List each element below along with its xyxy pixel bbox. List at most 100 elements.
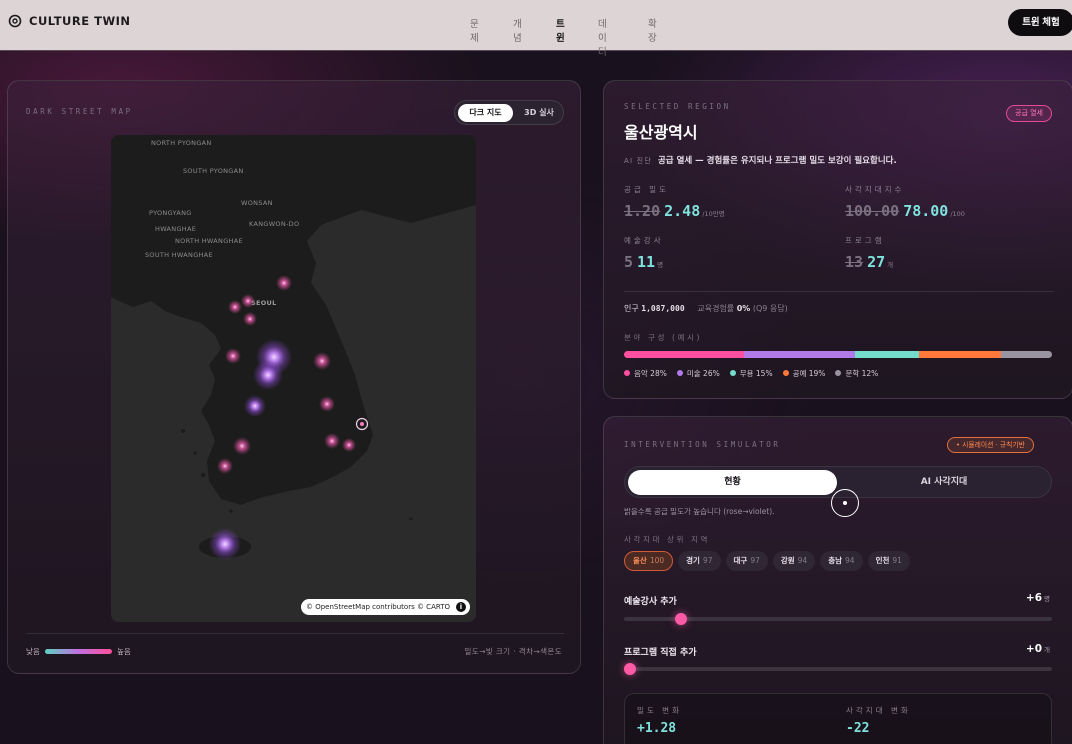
instructor-slider[interactable] [624, 613, 1052, 625]
nav-data[interactable]: 데이터 [598, 16, 607, 58]
field-mix-legend: 음악 28% 미술 26% 무용 15% 공예 19% 문학 12% [624, 368, 878, 379]
map-attribution[interactable]: © OpenStreetMap contributors © CARTO i [300, 599, 470, 615]
map-label: NORTH HWANGHAE [175, 237, 243, 245]
ai-diagnosis: AI 진단 공급 열세 — 경험률은 유지되나 프로그램 밀도 보강이 필요합니다… [624, 154, 897, 166]
satellite-3d-option[interactable]: 3D 실사 [517, 104, 561, 122]
logo-icon [8, 14, 22, 28]
info-icon[interactable]: i [456, 602, 466, 612]
stat-unit: 개 [887, 261, 894, 269]
region-marker[interactable] [276, 275, 292, 291]
dot-icon [729, 370, 736, 376]
stat-label: 예술강사 [624, 236, 664, 245]
stat-blindspot-index: 사각지대지수 100.00 78.00/100 [845, 184, 965, 220]
region-marker[interactable] [233, 437, 251, 455]
map-label: PYONGYANG [149, 209, 192, 217]
mix-segment [1000, 351, 1052, 358]
legend-high-label: 높음 [117, 647, 131, 656]
program-slider-value: +0 개 [1025, 643, 1050, 655]
field-mix-bar [624, 351, 1052, 358]
nav-concept[interactable]: 개념 [513, 16, 522, 44]
stat-programs: 프로그램 13 27 개 [845, 235, 893, 271]
nav-twin[interactable]: 트윈 [556, 16, 565, 44]
region-chip[interactable]: 경기 97 [678, 551, 721, 571]
simulation-result: 밀도 변화 +1.28 사각지대 변화 -22 [624, 693, 1052, 744]
korea-map[interactable]: NORTH PYONGAN SOUTH PYONGAN PYONGYANG WO… [111, 135, 476, 622]
result-value: -22 [846, 721, 870, 736]
status-badge: 공급 열세 [1006, 105, 1052, 122]
tab-current[interactable]: 현황 [628, 470, 837, 495]
slider-thumb[interactable] [624, 663, 636, 675]
legend-note: 밀도→빛 크기 · 격차→색온도 [464, 647, 562, 656]
mix-legend-item: 음악 28% [624, 368, 667, 379]
instructor-slider-value: +6 명 [1025, 592, 1050, 604]
region-marker[interactable] [228, 300, 242, 314]
mix-segment [919, 351, 1001, 358]
mix-legend-item: 무용 15% [729, 368, 773, 379]
stat-old-value: 1.20 [624, 202, 661, 220]
region-chip[interactable]: 충남 94 [820, 551, 863, 571]
region-marker[interactable] [241, 294, 255, 308]
mix-segment [855, 351, 920, 358]
region-chip[interactable]: 강원 94 [772, 551, 816, 571]
stat-art-instructors: 예술강사 5 11 명 [624, 235, 664, 271]
mix-legend-item: 공예 19% [782, 368, 825, 379]
map-label: NORTH PYONGAN [151, 139, 212, 147]
region-marker[interactable] [225, 348, 241, 364]
ai-text: 공급 열세 — 경험률은 유지되나 프로그램 밀도 보강이 필요합니다. [657, 156, 897, 166]
map-panel-title: DARK STREET MAP [26, 107, 133, 116]
map-label: SOUTH PYONGAN [183, 167, 244, 175]
experience-note: (Q9 응답) [752, 304, 788, 313]
nav-expand[interactable]: 확장 [648, 16, 657, 44]
region-name: 울산광역시 [624, 123, 698, 142]
region-marker[interactable] [253, 360, 283, 390]
divider [624, 291, 1054, 292]
result-value: +1.28 [637, 721, 677, 736]
intervention-simulator-panel: INTERVENTION SIMULATOR • 시뮬레이션 · 규칙기반 현황… [603, 416, 1072, 744]
stat-label: 공급 밀도 [624, 185, 669, 194]
try-twin-button[interactable]: 트윈 체험 [1008, 9, 1072, 36]
stat-new-value: 78.00 [903, 202, 949, 220]
nav-problem[interactable]: 문제 [470, 16, 479, 44]
brand[interactable]: CULTURE TWIN [8, 14, 131, 28]
region-marker[interactable] [313, 352, 331, 370]
map-label: WONSAN [241, 199, 273, 207]
cursor-indicator [831, 489, 859, 517]
region-marker[interactable] [244, 395, 266, 417]
map-label: HWANGHAE [155, 225, 196, 233]
dot-icon [835, 370, 842, 376]
stat-unit: /100 [950, 210, 965, 218]
legend-low-label: 낮음 [26, 647, 40, 656]
brand-name: CULTURE TWIN [29, 14, 131, 28]
dark-map-option[interactable]: 다크 지도 [458, 104, 513, 122]
map-style-toggle: 다크 지도 3D 실사 [454, 100, 564, 125]
mix-caption: 분야 구성 (예시) [624, 333, 703, 342]
region-marker[interactable] [217, 458, 233, 474]
region-marker[interactable] [324, 433, 340, 449]
region-chip[interactable]: 울산 100 [624, 551, 674, 571]
tab-ai-blindspot[interactable]: AI 사각지대 [839, 470, 1049, 495]
dot-icon [676, 370, 683, 376]
program-slider[interactable] [624, 663, 1052, 675]
top-blindspot-caption: 사각지대 상위 지역 [624, 535, 710, 544]
region-chips: 울산 100 경기 97 대구 97 강원 94 충남 94 인천 91 [624, 551, 910, 571]
map-label: KANGWON-DO [249, 220, 299, 228]
region-marker[interactable] [243, 312, 257, 326]
divider [26, 633, 564, 634]
region-marker[interactable] [209, 528, 241, 560]
stat-unit: 명 [657, 261, 664, 269]
instructor-slider-label: 예술강사 추가 [624, 597, 677, 607]
region-marker[interactable] [342, 438, 356, 452]
legend-gradient [45, 649, 112, 654]
map-canvas: NORTH PYONGAN SOUTH PYONGAN PYONGYANG WO… [111, 135, 476, 622]
stat-supply-density: 공급 밀도 1.20 2.48/10만명 [624, 184, 725, 220]
slider-thumb[interactable] [675, 613, 688, 625]
experience-value: 0% [736, 304, 751, 313]
mix-legend-item: 미술 26% [676, 368, 720, 379]
population-line: 인구 1,087,000 교육경험률 0% (Q9 응답) [624, 303, 788, 314]
experience-label: 교육경험률 [697, 304, 735, 313]
region-marker[interactable] [319, 396, 335, 412]
region-chip[interactable]: 인천 91 [867, 551, 910, 571]
simulator-caption: INTERVENTION SIMULATOR [624, 440, 781, 449]
region-chip[interactable]: 대구 97 [725, 551, 768, 571]
map-panel: DARK STREET MAP 다크 지도 3D 실사 NORTH PYONGA… [7, 80, 581, 674]
